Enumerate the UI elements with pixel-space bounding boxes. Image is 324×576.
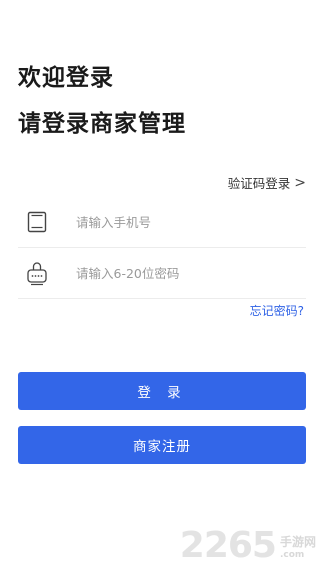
welcome-title: 欢迎登录 [18,65,114,91]
code-login-label: 验证码登录 [227,176,291,191]
watermark-number: 2265 [179,525,277,566]
forgot-password-link[interactable]: 忘记密码? [250,302,304,319]
phone-input[interactable] [74,213,306,231]
login-button[interactable]: 登 录 [18,372,306,410]
watermark-domain: .com [279,550,305,560]
watermark-logo: 2265 手游网 .com [180,525,316,566]
page-subtitle: 请登录商家管理 [18,111,186,137]
code-login-link[interactable]: 验证码登录 > [228,173,306,192]
watermark-site: 手游网 [279,535,316,549]
phone-field-row [18,197,306,248]
lock-icon [18,253,56,293]
phone-icon [18,202,56,242]
register-button[interactable]: 商家注册 [18,426,306,464]
password-field-row [18,248,306,299]
password-input[interactable] [74,264,306,282]
chevron-right-icon: > [294,174,306,191]
